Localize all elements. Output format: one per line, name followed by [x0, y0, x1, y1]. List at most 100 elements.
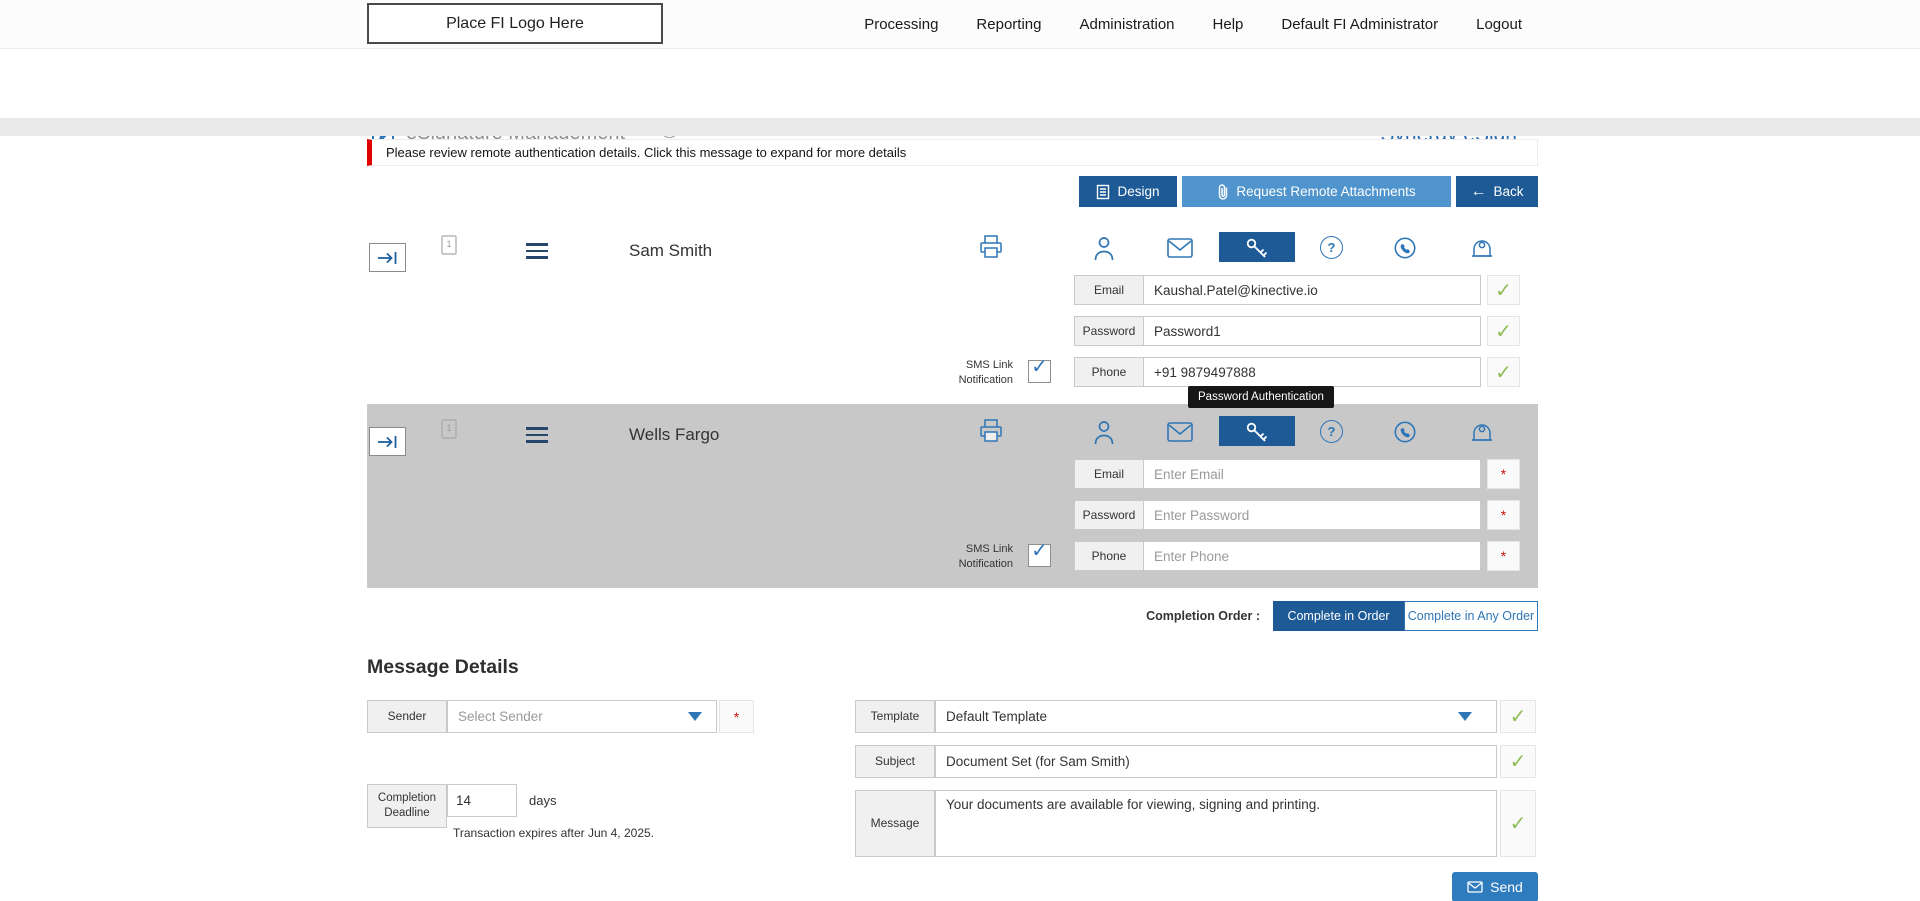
- send-button[interactable]: Send: [1452, 872, 1538, 901]
- template-valid-cell: ✓: [1500, 700, 1536, 733]
- password-label: Password: [1074, 316, 1144, 346]
- phone-input[interactable]: [1143, 357, 1481, 387]
- completion-deadline-label: Completion Deadline: [367, 784, 447, 828]
- sender-required-cell: *: [719, 700, 754, 733]
- completion-deadline-input[interactable]: [447, 784, 517, 817]
- nav-processing[interactable]: Processing: [864, 16, 938, 33]
- signer-assign-button[interactable]: [369, 243, 406, 272]
- recipient-details-icon[interactable]: [1092, 419, 1116, 446]
- sender-dropdown[interactable]: Select Sender: [447, 700, 717, 733]
- design-button[interactable]: Design: [1079, 176, 1177, 207]
- sender-label: Sender: [367, 700, 447, 733]
- required-asterisk: *: [1500, 507, 1507, 523]
- password-auth-tooltip: Password Authentication: [1188, 386, 1334, 408]
- email-input[interactable]: [1143, 275, 1481, 305]
- chevron-down-icon: [688, 712, 702, 721]
- phone-label: Phone: [1074, 357, 1144, 387]
- subject-input[interactable]: [935, 745, 1497, 778]
- security-question-auth-icon[interactable]: ?: [1320, 236, 1343, 259]
- password-input[interactable]: [1143, 500, 1481, 530]
- subject-label: Subject: [855, 745, 935, 778]
- fi-logo-placeholder[interactable]: Place FI Logo Here: [367, 3, 663, 44]
- email-required-cell: *: [1487, 459, 1520, 489]
- recipient-name: Sam Smith: [629, 241, 713, 260]
- drag-handle-icon[interactable]: [526, 427, 548, 447]
- header-divider-band: [0, 118, 1920, 136]
- svg-text:1: 1: [446, 423, 451, 433]
- email-valid-cell: ✓: [1487, 275, 1520, 305]
- expiry-note: Transaction expires after Jun 4, 2025.: [453, 826, 654, 840]
- send-envelope-icon: [1467, 881, 1483, 893]
- nav-reporting[interactable]: Reporting: [976, 16, 1041, 33]
- message-valid-cell: ✓: [1500, 790, 1536, 857]
- template-dropdown[interactable]: Default Template: [935, 700, 1497, 733]
- sender-placeholder: Select Sender: [458, 709, 543, 724]
- deadline-unit-label: days: [529, 793, 557, 808]
- nav-user-menu[interactable]: Default FI Administrator: [1281, 16, 1438, 33]
- check-icon: ✓: [1509, 751, 1527, 773]
- subject-valid-cell: ✓: [1500, 745, 1536, 778]
- phone-required-cell: *: [1487, 541, 1520, 571]
- drag-handle-icon[interactable]: [526, 243, 548, 263]
- phone-valid-cell: ✓: [1487, 357, 1520, 387]
- sign-arrow-icon: [377, 435, 396, 448]
- call-auth-icon[interactable]: [1393, 236, 1417, 260]
- document-count-icon: 1: [441, 419, 457, 439]
- call-auth-icon[interactable]: [1393, 420, 1417, 444]
- completion-order-label: Completion Order :: [1146, 609, 1260, 623]
- phone-input[interactable]: [1143, 541, 1481, 571]
- key-icon: [1246, 422, 1268, 442]
- check-icon: ✓: [1509, 706, 1527, 728]
- message-textarea[interactable]: Your documents are available for viewing…: [935, 790, 1497, 857]
- back-arrow-icon: ←: [1470, 182, 1487, 200]
- print-icon[interactable]: [978, 417, 1004, 444]
- email-input[interactable]: [1143, 459, 1481, 489]
- email-label: Email: [1074, 459, 1144, 489]
- check-icon: ✓: [1509, 813, 1527, 835]
- remote-auth-alert[interactable]: Please review remote authentication deta…: [367, 139, 1538, 166]
- password-auth-button-selected[interactable]: [1219, 232, 1295, 262]
- signer-assign-button[interactable]: [369, 427, 406, 456]
- complete-in-any-order-button[interactable]: Complete in Any Order: [1404, 601, 1538, 631]
- request-remote-attachments-button[interactable]: Request Remote Attachments: [1182, 176, 1451, 207]
- send-label: Send: [1490, 879, 1523, 895]
- required-asterisk: *: [1500, 548, 1507, 564]
- complete-in-order-button[interactable]: Complete in Order: [1273, 601, 1404, 631]
- template-value: Default Template: [946, 709, 1048, 724]
- password-auth-button-selected[interactable]: [1219, 416, 1295, 446]
- required-asterisk: *: [1500, 466, 1507, 482]
- email-auth-icon[interactable]: [1167, 422, 1193, 442]
- required-asterisk: *: [733, 708, 740, 725]
- recipient-details-icon[interactable]: [1092, 235, 1116, 262]
- key-icon: [1246, 238, 1268, 258]
- document-count-icon: 1: [441, 235, 457, 255]
- sign-arrow-icon: [377, 251, 396, 264]
- paperclip-icon: [1219, 183, 1228, 200]
- page-header: eSignature Management i Synergy eSign™: [0, 49, 1920, 146]
- in-person-auth-icon[interactable]: [1470, 235, 1494, 260]
- recipient-name: Wells Fargo: [629, 425, 720, 444]
- chevron-down-icon: [1458, 712, 1472, 721]
- nav-help[interactable]: Help: [1213, 16, 1244, 33]
- password-valid-cell: ✓: [1487, 316, 1520, 346]
- email-auth-icon[interactable]: [1167, 238, 1193, 258]
- request-remote-attachments-label: Request Remote Attachments: [1236, 184, 1416, 199]
- nav-logout[interactable]: Logout: [1476, 16, 1522, 33]
- security-question-auth-icon[interactable]: ?: [1320, 420, 1343, 443]
- top-bar: Place FI Logo Here Processing Reporting …: [0, 0, 1920, 49]
- email-label: Email: [1074, 275, 1144, 305]
- esign-page: Place FI Logo Here Processing Reporting …: [0, 0, 1920, 901]
- password-required-cell: *: [1487, 500, 1520, 530]
- password-label: Password: [1074, 500, 1144, 530]
- alert-text: Please review remote authentication deta…: [386, 145, 907, 160]
- check-icon: ✓: [1495, 320, 1512, 343]
- password-input[interactable]: [1143, 316, 1481, 346]
- phone-label: Phone: [1074, 541, 1144, 571]
- print-icon[interactable]: [978, 233, 1004, 260]
- in-person-auth-icon[interactable]: [1470, 419, 1494, 444]
- message-details-heading: Message Details: [367, 656, 519, 678]
- nav-administration[interactable]: Administration: [1079, 16, 1174, 33]
- design-doc-icon: [1097, 184, 1110, 199]
- back-button[interactable]: ← Back: [1456, 176, 1538, 207]
- template-label: Template: [855, 700, 935, 733]
